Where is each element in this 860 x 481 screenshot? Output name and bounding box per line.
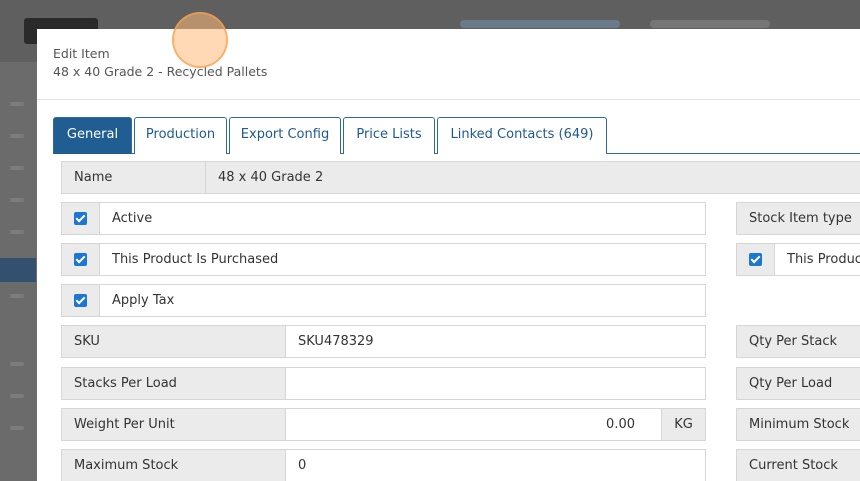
sku-label: SKU xyxy=(61,325,286,358)
tab-linked-contacts[interactable]: Linked Contacts (649) xyxy=(437,117,607,154)
active-checkbox[interactable] xyxy=(74,212,87,225)
stock-item-type-row: Stock Item type xyxy=(736,202,860,235)
apply-tax-label: Apply Tax xyxy=(99,284,706,317)
tab-price-lists[interactable]: Price Lists xyxy=(343,117,435,154)
stacks-per-load-label: Stacks Per Load xyxy=(61,367,286,400)
background-sidebar-item xyxy=(10,362,24,366)
current-stock-row: Current Stock xyxy=(736,449,860,481)
stock-item-type-label: Stock Item type xyxy=(736,202,860,235)
minimum-stock-row: Minimum Stock xyxy=(736,408,860,441)
apply-tax-checkbox-cell xyxy=(61,284,100,317)
modal-header: Edit Item 48 x 40 Grade 2 - Recycled Pal… xyxy=(37,29,860,100)
background-sidebar-item xyxy=(10,102,24,106)
sku-row: SKU SKU478329 xyxy=(61,325,706,358)
name-value: 48 x 40 Grade 2 xyxy=(205,161,860,194)
background-sidebar-item xyxy=(10,394,24,398)
maximum-stock-label: Maximum Stock xyxy=(61,449,286,481)
purchased-checkbox[interactable] xyxy=(74,253,87,266)
purchased-label: This Product Is Purchased xyxy=(99,243,706,276)
active-row: Active xyxy=(61,202,706,235)
active-label: Active xyxy=(99,202,706,235)
this-product-checkbox-cell xyxy=(736,243,775,276)
tab-bar: General Production Export Config Price L… xyxy=(53,117,860,154)
tab-general[interactable]: General xyxy=(53,117,132,154)
background-nav-link xyxy=(460,20,620,28)
apply-tax-checkbox[interactable] xyxy=(74,294,87,307)
this-product-checkbox[interactable] xyxy=(749,253,762,266)
stacks-per-load-row: Stacks Per Load xyxy=(61,367,706,400)
tab-production[interactable]: Production xyxy=(134,117,227,154)
current-stock-label: Current Stock xyxy=(736,449,860,481)
name-label: Name xyxy=(61,161,206,194)
this-product-row: This Product xyxy=(736,243,860,276)
background-sidebar-item xyxy=(10,230,24,234)
background-sidebar-item xyxy=(10,166,24,170)
background-nav-link xyxy=(650,20,770,28)
minimum-stock-label: Minimum Stock xyxy=(736,408,860,441)
qty-per-stack-label: Qty Per Stack xyxy=(736,325,860,358)
cursor-highlight xyxy=(172,12,228,68)
this-product-label: This Product xyxy=(774,243,860,276)
modal-item-title: 48 x 40 Grade 2 - Recycled Pallets xyxy=(53,64,268,79)
apply-tax-row: Apply Tax xyxy=(61,284,706,317)
weight-per-unit-row: Weight Per Unit 0.00 KG xyxy=(61,408,706,441)
qty-per-load-row: Qty Per Load xyxy=(736,367,860,400)
maximum-stock-input[interactable]: 0 xyxy=(285,449,706,481)
purchased-checkbox-cell xyxy=(61,243,100,276)
sku-input[interactable]: SKU478329 xyxy=(285,325,706,358)
background-sidebar-item xyxy=(10,198,24,202)
qty-per-load-label: Qty Per Load xyxy=(736,367,860,400)
background-sidebar-item xyxy=(10,294,24,298)
background-sidebar-selected xyxy=(0,258,36,282)
weight-per-unit-input[interactable]: 0.00 xyxy=(285,408,662,441)
background-sidebar-item xyxy=(10,426,24,430)
background-sidebar-item xyxy=(10,134,24,138)
edit-item-modal: Edit Item 48 x 40 Grade 2 - Recycled Pal… xyxy=(37,29,860,481)
weight-per-unit-label: Weight Per Unit xyxy=(61,408,286,441)
maximum-stock-row: Maximum Stock 0 xyxy=(61,449,706,481)
purchased-row: This Product Is Purchased xyxy=(61,243,706,276)
active-checkbox-cell xyxy=(61,202,100,235)
tab-export-config[interactable]: Export Config xyxy=(229,117,341,154)
qty-per-stack-row: Qty Per Stack xyxy=(736,325,860,358)
name-row: Name 48 x 40 Grade 2 xyxy=(61,161,860,194)
weight-unit-label: KG xyxy=(661,408,706,441)
stacks-per-load-input[interactable] xyxy=(285,367,706,400)
